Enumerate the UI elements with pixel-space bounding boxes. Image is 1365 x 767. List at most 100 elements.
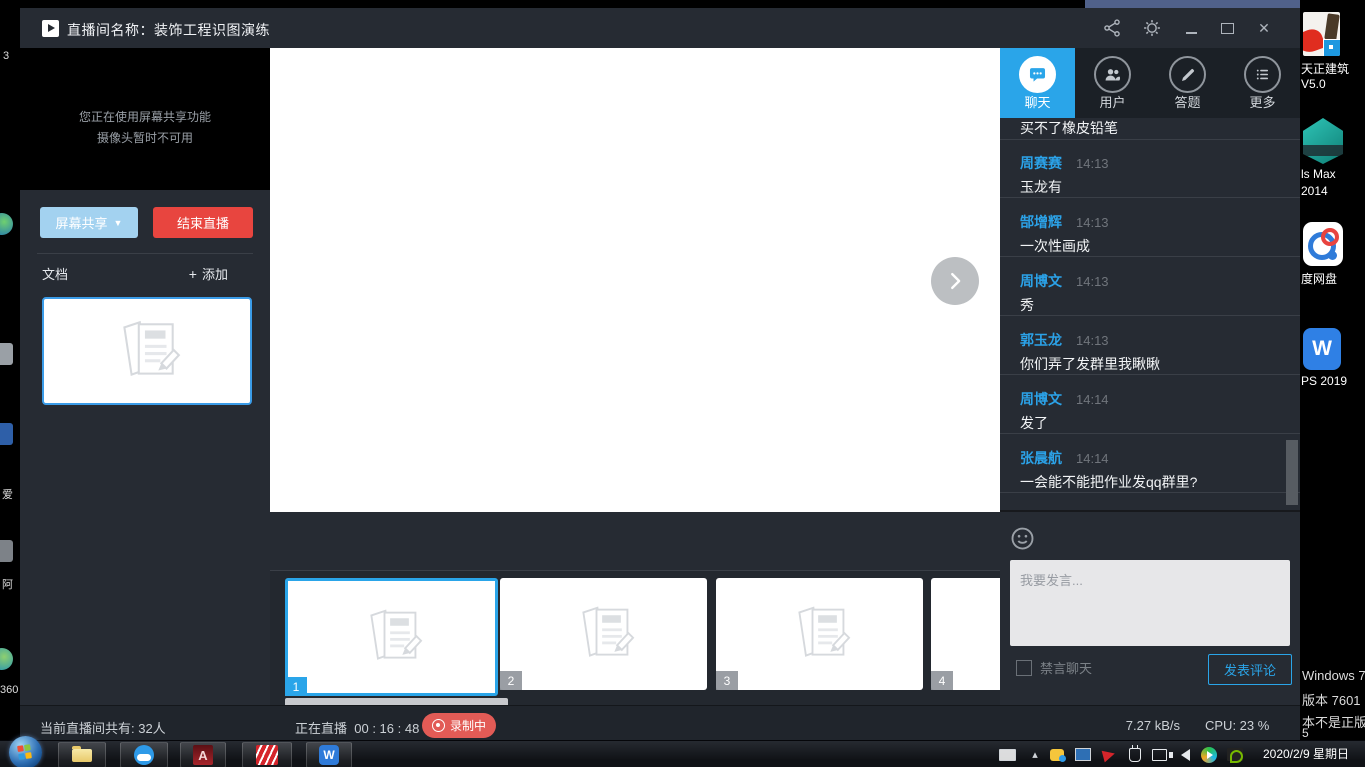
emoji-button[interactable] <box>1010 526 1035 551</box>
tray-network-icon[interactable] <box>1150 746 1168 763</box>
message-text: 发了 <box>1020 413 1048 433</box>
tray-keyboard-icon[interactable] <box>998 746 1016 763</box>
screen-share-label: 屏幕共享 <box>56 213 108 232</box>
chat-message: 张晨航14:14 一会能不能把作业发qq群里? <box>1000 434 1300 493</box>
desktop-icon-label: PS 2019 <box>1301 374 1347 388</box>
tianzheng-red-icon <box>256 745 278 765</box>
page-thumbnail-2[interactable]: 2 <box>500 578 707 690</box>
whiteboard-canvas[interactable] <box>270 48 1000 512</box>
desktop-icon[interactable] <box>0 423 13 445</box>
settings-gear-button[interactable] <box>1139 16 1165 40</box>
tray-video-player-icon[interactable] <box>1200 746 1218 763</box>
mute-chat-checkbox[interactable]: 禁言聊天 <box>1016 658 1092 677</box>
3dsmax-icon[interactable] <box>1303 118 1343 164</box>
horn-glyph <box>1102 747 1117 762</box>
tray-plug-icon[interactable] <box>1126 746 1144 763</box>
recording-badge[interactable]: 录制中 <box>422 713 496 738</box>
left-panel: 您正在使用屏幕共享功能 摄像头暂时不可用 屏幕共享 ▼ 结束直播 文档 +添加 <box>20 48 270 745</box>
page-number-badge: 3 <box>716 671 738 690</box>
document-icon <box>786 604 854 664</box>
tab-chat[interactable]: 聊天 <box>1000 48 1075 118</box>
desktop-icon-label: 度网盘 <box>1301 270 1337 287</box>
maximize-button[interactable] <box>1214 16 1240 40</box>
chat-scrollbar[interactable] <box>1286 440 1298 505</box>
start-button[interactable] <box>9 736 42 767</box>
taskbar-browser-button[interactable] <box>120 742 168 767</box>
network-speed: 7.27 kB/s <box>1095 718 1180 733</box>
sender-name: 周赛赛 <box>1020 153 1062 173</box>
baidu-netdisk-icon[interactable] <box>1303 222 1343 266</box>
tab-quiz[interactable]: 答题 <box>1150 48 1225 118</box>
wps-icon[interactable]: W <box>1303 328 1341 370</box>
browser-globe-icon[interactable] <box>0 648 13 670</box>
tray-pc-manager-icon[interactable] <box>1074 746 1092 763</box>
chat-input[interactable] <box>1010 560 1290 646</box>
windows-flag-icon <box>17 744 33 760</box>
page-thumbnail-3[interactable]: 3 <box>716 578 923 690</box>
message-time: 14:14 <box>1076 451 1109 466</box>
tab-users[interactable]: 用户 <box>1075 48 1150 118</box>
share-button[interactable] <box>1099 16 1125 40</box>
windows-watermark-line: Windows 7 <box>1302 668 1365 683</box>
chevron-down-icon: ▼ <box>114 218 123 228</box>
document-thumbnail-card[interactable] <box>42 297 252 405</box>
document-icon <box>110 318 184 384</box>
tray-show-hidden-icons[interactable]: ▴ <box>1026 746 1044 763</box>
page-thumbnail-4[interactable]: 4 <box>931 578 1000 690</box>
page-thumbnail-strip: 1 2 3 4 <box>270 570 1000 705</box>
minimize-button[interactable] <box>1178 16 1204 40</box>
desktop-icon[interactable] <box>0 343 13 365</box>
taskbar-wps-button[interactable]: W <box>306 742 352 767</box>
next-page-button[interactable] <box>931 257 979 305</box>
message-time: 14:13 <box>1076 215 1109 230</box>
chat-message: 周赛赛14:13 玉龙有 <box>1000 139 1300 198</box>
tab-more[interactable]: 更多 <box>1225 48 1300 118</box>
tray-messenger-icon[interactable] <box>1048 746 1066 763</box>
desktop-icon-label: V5.0 <box>1301 77 1326 91</box>
icon-shape <box>1321 228 1339 246</box>
end-live-button[interactable]: 结束直播 <box>153 207 253 238</box>
taskbar-explorer-button[interactable] <box>58 742 106 767</box>
speaker-glyph <box>1181 749 1190 761</box>
add-document-button[interactable]: +添加 <box>189 264 228 283</box>
desktop-icon[interactable] <box>0 540 13 562</box>
tray-horn-icon[interactable] <box>1100 746 1118 763</box>
browser-globe-icon[interactable] <box>0 213 13 235</box>
record-icon <box>432 719 445 732</box>
tianzheng-architecture-icon[interactable] <box>1303 12 1340 56</box>
windows-watermark-line: 版本 7601 <box>1302 690 1361 709</box>
desktop-icon-label: ls Max <box>1301 167 1336 181</box>
camera-preview: 您正在使用屏幕共享功能 摄像头暂时不可用 <box>20 48 270 190</box>
screen-share-dropdown-button[interactable]: 屏幕共享 ▼ <box>40 207 138 238</box>
tray-nvidia-icon[interactable] <box>1226 746 1244 763</box>
page-number-badge: 1 <box>285 677 307 696</box>
nvidia-glyph <box>1227 748 1243 761</box>
chat-tabs: 聊天 用户 答题 更多 <box>1000 48 1300 118</box>
close-button[interactable] <box>1251 16 1277 40</box>
thumbnail-scrollbar[interactable] <box>285 698 508 705</box>
list-icon <box>1244 56 1281 93</box>
document-icon <box>358 607 426 667</box>
taskbar-clock[interactable]: 2020/2/9 星期日 <box>1250 741 1362 767</box>
sender-name: 郭玉龙 <box>1020 330 1062 350</box>
end-live-label: 结束直播 <box>177 213 229 232</box>
chat-message-list[interactable]: 周赛赛14:13 玉龙有 郜增辉14:13 一次性画成 周博文14:13 秀 郭… <box>1000 139 1300 493</box>
sender-name: 周博文 <box>1020 271 1062 291</box>
chat-panel: 聊天 用户 答题 更多 买不了橡皮铅笔 <box>1000 48 1300 705</box>
pc-glyph <box>1075 748 1091 761</box>
taskbar-autocad-button[interactable]: A <box>180 742 226 767</box>
message-text: 买不了橡皮铅笔 <box>1020 118 1118 138</box>
page-thumbnail-1[interactable]: 1 <box>285 578 498 696</box>
post-comment-button[interactable]: 发表评论 <box>1208 654 1292 685</box>
desktop-right-edge: 天正建筑 V5.0 ls Max 2014 度网盘 W PS 2019 Wind… <box>1300 0 1365 767</box>
desktop-icon-label-fragment: 爱 <box>2 486 13 502</box>
icon-shape <box>1328 251 1337 260</box>
chat-message: 郜增辉14:13 一次性画成 <box>1000 198 1300 257</box>
tray-volume-icon[interactable] <box>1176 746 1194 763</box>
windows-taskbar: A W ▴ 2020/2/9 星期日 <box>0 740 1365 767</box>
play-glyph <box>1201 747 1217 763</box>
folder-icon <box>72 749 92 762</box>
sender-name: 张晨航 <box>1020 448 1062 468</box>
taskbar-tianzheng-button[interactable] <box>242 742 292 767</box>
page-number-badge: 2 <box>500 671 522 690</box>
